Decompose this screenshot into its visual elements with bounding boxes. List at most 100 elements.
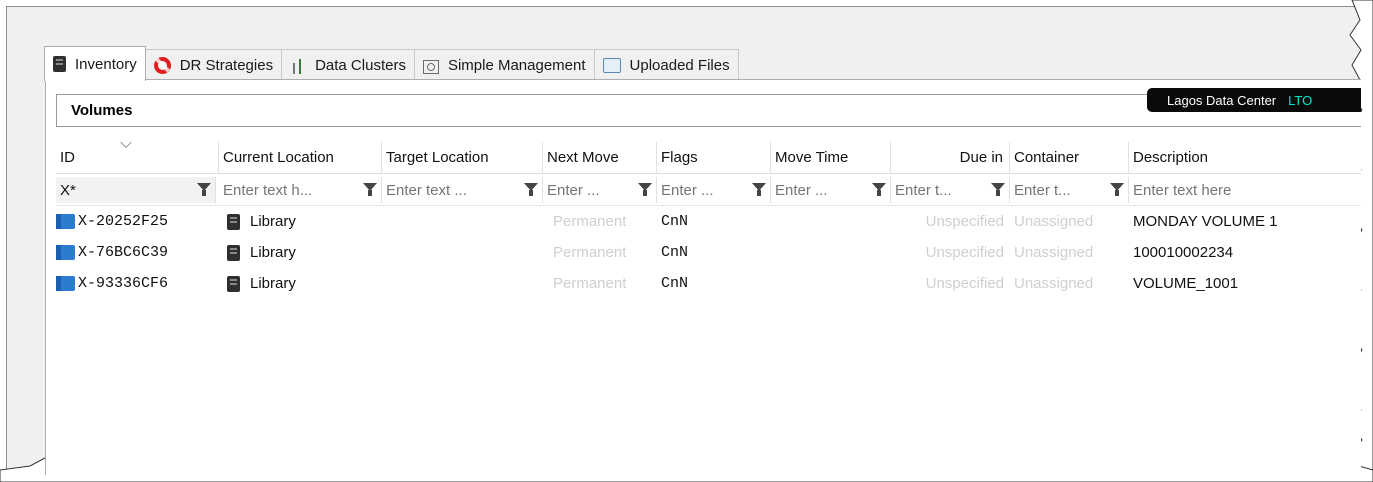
column-header-label: Current Location (223, 149, 334, 166)
filter-input-due-in[interactable] (891, 177, 985, 203)
filter-cell-current-location (219, 177, 382, 203)
column-header-label: Next Move (547, 149, 619, 166)
cell-flags: CnN (661, 244, 689, 261)
filter-icon[interactable] (752, 182, 766, 197)
volume-id: X-93336CF6 (78, 275, 169, 292)
page-title: Volumes (71, 102, 133, 119)
column-header-label: Move Time (775, 149, 849, 166)
sort-indicator-icon (118, 142, 134, 149)
cell-move-time (771, 206, 891, 237)
cell-target-location (382, 237, 543, 268)
filter-icon[interactable] (524, 182, 538, 197)
column-header-target-location[interactable]: Target Location (382, 142, 543, 173)
tab-label: Uploaded Files (629, 57, 730, 74)
filter-input-target-location[interactable] (382, 177, 518, 203)
column-header-next-move[interactable]: Next Move (543, 142, 657, 173)
cell-next-move: Permanent (553, 275, 627, 292)
volumes-grid: ID Current Location Target Location Next… (56, 142, 1361, 299)
column-header-flags[interactable]: Flags (657, 142, 771, 173)
cell-description: VOLUME_1001 (1133, 275, 1239, 292)
column-header-description[interactable]: Description (1129, 142, 1361, 173)
cell-description: 100010002234 (1133, 244, 1234, 261)
filter-icon[interactable] (197, 182, 211, 197)
filter-input-current-location[interactable] (219, 177, 357, 203)
column-header-due-in[interactable]: Due in (891, 142, 1010, 173)
inventory-panel: Volumes Lagos Data Center LTO ID Current… (45, 79, 1361, 475)
cell-description: MONDAY VOLUME 1 (1133, 213, 1278, 230)
cell-id: X-93336CF6 (56, 268, 219, 299)
tab-bar: Inventory DR Strategies Data Clusters Si… (44, 46, 739, 81)
filter-icon[interactable] (872, 182, 886, 197)
filter-input-next-move[interactable] (543, 177, 632, 203)
location-name: Lagos Data Center (1167, 92, 1277, 108)
column-header-id[interactable]: ID (56, 142, 219, 173)
tab-label: DR Strategies (179, 57, 274, 74)
library-icon (227, 213, 240, 230)
data-clusters-icon (290, 58, 306, 74)
cell-id: X-20252F25 (56, 206, 219, 237)
lifebuoy-icon (153, 57, 171, 74)
filter-cell-next-move (543, 177, 657, 203)
uploaded-files-icon (602, 58, 621, 73)
filter-input-container[interactable] (1010, 177, 1104, 203)
cell-current-location: Library (219, 268, 382, 299)
column-header-label: Target Location (386, 149, 489, 166)
table-row[interactable]: X-76BC6C39 Library Permanent CnN Unspeci… (56, 237, 1361, 268)
column-header-row: ID Current Location Target Location Next… (56, 142, 1361, 174)
filter-icon[interactable] (363, 182, 377, 197)
table-row[interactable]: X-20252F25 Library Permanent CnN Unspeci… (56, 206, 1361, 237)
cell-container: Unassigned (1014, 213, 1094, 230)
inventory-icon (53, 56, 66, 72)
table-row[interactable]: X-93336CF6 Library Permanent CnN Unspeci… (56, 268, 1361, 299)
cell-next-move: Permanent (553, 244, 627, 261)
cell-container: Unassigned (1014, 244, 1094, 261)
filter-icon[interactable] (638, 182, 652, 197)
cell-due-in: Unspecified (925, 244, 1004, 261)
cell-flags: CnN (661, 275, 689, 292)
library-icon (227, 244, 240, 261)
volume-id: X-76BC6C39 (78, 244, 169, 261)
column-header-label: Flags (661, 149, 698, 166)
simple-management-icon (422, 59, 439, 74)
filter-cell-description (1129, 177, 1361, 203)
cell-id: X-76BC6C39 (56, 237, 219, 268)
filter-input-move-time[interactable] (771, 177, 866, 203)
column-header-label: Description (1133, 149, 1209, 166)
filter-icon[interactable] (1110, 182, 1124, 197)
filter-cell-move-time (771, 177, 891, 203)
tab-simple-management[interactable]: Simple Management (413, 49, 595, 81)
filter-cell-target-location (382, 177, 543, 203)
tab-label: Data Clusters (315, 57, 406, 74)
cell-next-move: Permanent (553, 213, 627, 230)
column-header-label: Container (1014, 149, 1080, 166)
current-location-text: Library (250, 275, 296, 292)
tab-uploaded-files[interactable]: Uploaded Files (593, 49, 739, 81)
cell-move-time (771, 268, 891, 299)
tab-dr-strategies[interactable]: DR Strategies (144, 49, 283, 81)
filter-input-description[interactable] (1129, 177, 1361, 203)
tab-inventory[interactable]: Inventory (44, 46, 146, 81)
column-header-label: Due in (959, 149, 1003, 166)
library-icon (227, 275, 240, 292)
tab-label: Inventory (75, 55, 137, 73)
cell-current-location: Library (219, 237, 382, 268)
filter-cell-due-in (891, 177, 1010, 203)
location-badge[interactable]: Lagos Data Center LTO (1147, 88, 1361, 112)
tape-volume-icon (56, 245, 75, 260)
filter-input-id[interactable] (56, 177, 191, 203)
cell-container: Unassigned (1014, 275, 1094, 292)
filter-input-flags[interactable] (657, 177, 746, 203)
column-header-current-location[interactable]: Current Location (219, 142, 382, 173)
column-header-container[interactable]: Container (1010, 142, 1129, 173)
tab-data-clusters[interactable]: Data Clusters (281, 49, 415, 81)
filter-icon[interactable] (991, 182, 1005, 197)
cell-due-in: Unspecified (925, 213, 1004, 230)
tab-label: Simple Management (447, 57, 586, 74)
cell-target-location (382, 206, 543, 237)
cell-due-in: Unspecified (925, 275, 1004, 292)
app-window: Inventory DR Strategies Data Clusters Si… (6, 6, 1362, 476)
volume-id: X-20252F25 (78, 213, 169, 230)
filter-row (56, 174, 1361, 206)
column-header-move-time[interactable]: Move Time (771, 142, 891, 173)
current-location-text: Library (250, 213, 296, 230)
